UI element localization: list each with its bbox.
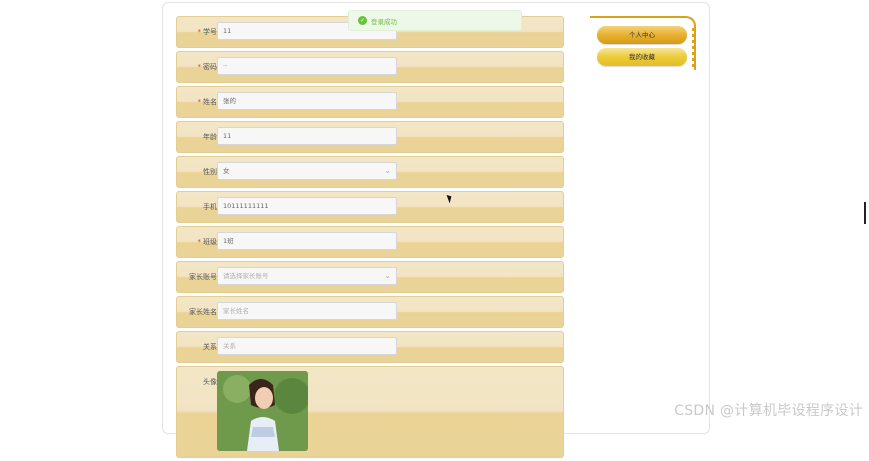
chevron-down-icon[interactable]: ⌄ — [384, 163, 391, 179]
login-success-toast: ✓ 登录成功 — [348, 10, 522, 31]
sidebar-item-personal-center[interactable]: 个人中心 — [597, 26, 687, 44]
form-row-class: * 班级 1班 — [176, 226, 564, 258]
form-row-password: * 密码 ·· — [176, 51, 564, 83]
relation-input[interactable]: 关系 — [217, 337, 397, 355]
gender-select[interactable]: 女 ⌄ — [217, 162, 397, 180]
sidebar-item-my-favorites[interactable]: 我的收藏 — [597, 48, 687, 66]
gender-selected-value: 女 — [223, 167, 230, 175]
text-caret — [864, 202, 866, 224]
password-label: * 密码 — [197, 63, 218, 71]
parent-name-label: 家长姓名 — [189, 308, 217, 316]
student-no-label: * 学号 — [197, 28, 218, 36]
parent-account-select[interactable]: 请选择家长账号 ⌄ — [217, 267, 397, 285]
password-input[interactable]: ·· — [217, 57, 397, 75]
parent-name-input[interactable]: 家长姓名 — [217, 302, 397, 320]
form-row-gender: 性别 女 ⌄ — [176, 156, 564, 188]
class-label: * 班级 — [197, 238, 218, 246]
form-row-parent-name: 家长姓名 家长姓名 — [176, 296, 564, 328]
profile-form: * 学号 11 * 密码 ·· * 姓名 张的 年龄 11 性别 女 ⌄ 手机 101… — [176, 16, 564, 461]
phone-label: 手机 — [203, 203, 217, 211]
parent-account-placeholder: 请选择家长账号 — [223, 272, 269, 280]
avatar-photo — [217, 371, 308, 451]
form-row-age: 年龄 11 — [176, 121, 564, 153]
gender-label: 性别 — [203, 168, 217, 176]
form-row-avatar: 头像 — [176, 366, 564, 458]
chevron-down-icon[interactable]: ⌄ — [384, 268, 391, 284]
relation-label: 关系 — [203, 343, 217, 351]
age-label: 年龄 — [203, 133, 217, 141]
watermark: CSDN @计算机毕设程序设计 — [674, 403, 863, 419]
form-row-parent-account: 家长账号 请选择家长账号 ⌄ — [176, 261, 564, 293]
name-label: * 姓名 — [197, 98, 218, 106]
parent-account-label: 家长账号 — [189, 273, 217, 281]
form-row-name: * 姓名 张的 — [176, 86, 564, 118]
avatar-label: 头像 — [203, 378, 217, 386]
side-menu-divider — [692, 28, 694, 68]
toast-message: 登录成功 — [371, 18, 397, 26]
name-input[interactable]: 张的 — [217, 92, 397, 110]
class-input[interactable]: 1班 — [217, 232, 397, 250]
age-input[interactable]: 11 — [217, 127, 397, 145]
phone-input[interactable]: 10111111111 — [217, 197, 397, 215]
form-row-phone: 手机 10111111111 — [176, 191, 564, 223]
form-row-relation: 关系 关系 — [176, 331, 564, 363]
check-circle-icon: ✓ — [358, 16, 367, 25]
avatar-image[interactable] — [217, 371, 308, 451]
